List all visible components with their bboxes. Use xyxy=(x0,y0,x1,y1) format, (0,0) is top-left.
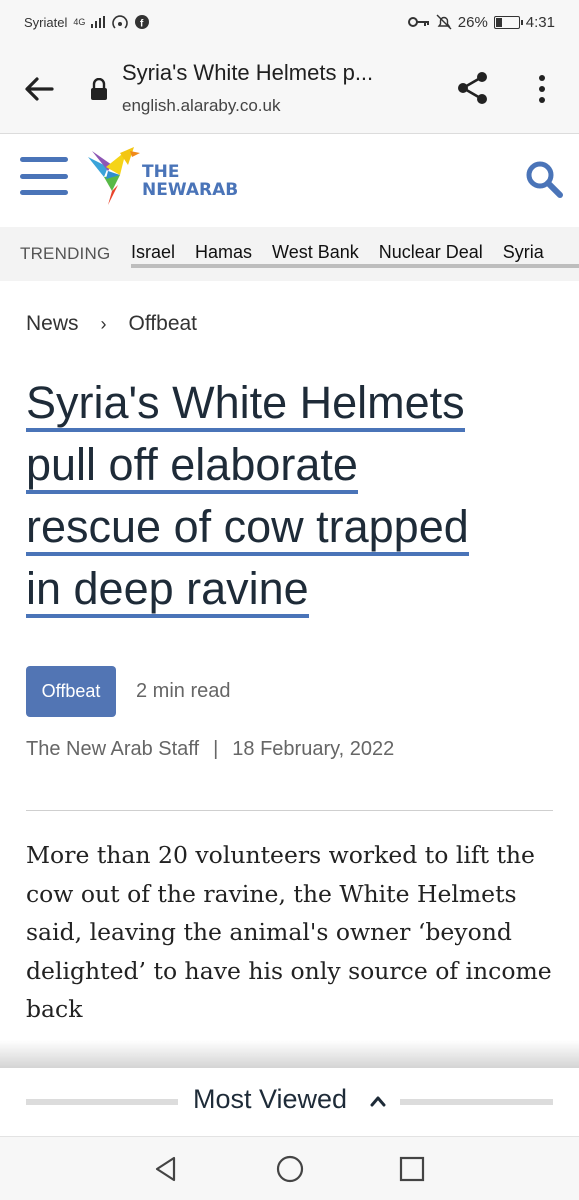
headline-line-3: rescue of cow trapped xyxy=(26,501,469,556)
mute-bell-icon xyxy=(436,14,452,30)
battery-icon xyxy=(493,15,523,29)
headline-line-1: Syria's White Helmets xyxy=(26,377,465,432)
site-logo-text[interactable]: THE NEWARAB xyxy=(142,163,238,199)
back-arrow-icon[interactable] xyxy=(22,72,56,106)
breadcrumb: News › Offbeat xyxy=(26,312,197,336)
trending-scrollbar[interactable] xyxy=(131,264,579,268)
trending-item-syria[interactable]: Syria xyxy=(502,242,544,265)
nav-home-icon[interactable] xyxy=(275,1154,305,1184)
signal-icon xyxy=(91,16,106,28)
nav-recents-icon[interactable] xyxy=(399,1156,425,1182)
trending-list: Israel Hamas West Bank Nuclear Deal Syri… xyxy=(131,242,544,265)
article-headline: Syria's White Helmets pull off elaborate… xyxy=(26,372,556,620)
article-lede: More than 20 volunteers worked to lift t… xyxy=(26,841,552,1023)
system-nav-bar xyxy=(0,1136,579,1200)
nav-back-icon[interactable] xyxy=(152,1155,180,1183)
logo-line-1: THE xyxy=(142,162,180,182)
most-viewed-label[interactable]: Most Viewed xyxy=(193,1084,347,1115)
trending-bar: TRENDING Israel Hamas West Bank Nuclear … xyxy=(0,227,579,281)
trending-item-west-bank[interactable]: West Bank xyxy=(272,242,359,265)
page-title[interactable]: Syria's White Helmets p... xyxy=(122,60,373,86)
most-viewed-panel[interactable]: Most Viewed xyxy=(0,1068,579,1136)
battery-level xyxy=(495,17,503,27)
hotspot-icon xyxy=(112,15,129,29)
divider xyxy=(26,1099,178,1105)
browser-toolbar: Syria's White Helmets p... english.alara… xyxy=(0,44,579,134)
logo-line-2: NEWARAB xyxy=(142,180,239,200)
read-time: 2 min read xyxy=(136,680,231,702)
headline-line-2: pull off elaborate xyxy=(26,439,358,494)
hummingbird-logo[interactable] xyxy=(86,145,142,207)
status-right: 26% 4:31 xyxy=(407,13,555,31)
headline-line-4: in deep ravine xyxy=(26,563,309,618)
battery-percent: 26% xyxy=(457,13,488,31)
byline-separator: | xyxy=(213,738,219,760)
divider xyxy=(26,810,553,811)
clock: 4:31 xyxy=(525,13,555,31)
carrier-name: Syriatel xyxy=(24,14,68,30)
most-viewed-shadow xyxy=(0,1040,579,1070)
trending-item-israel[interactable]: Israel xyxy=(131,242,176,265)
search-icon[interactable] xyxy=(524,159,564,199)
site-header: THE NEWARAB xyxy=(0,135,579,227)
trending-item-nuclear-deal[interactable]: Nuclear Deal xyxy=(378,242,483,265)
chevron-right-icon: › xyxy=(100,313,107,334)
breadcrumb-offbeat[interactable]: Offbeat xyxy=(129,312,198,336)
status-left: Syriatel 4G f xyxy=(24,14,150,30)
share-icon[interactable] xyxy=(455,70,491,106)
more-vert-icon[interactable] xyxy=(530,72,554,106)
key-icon xyxy=(407,17,429,27)
author-name: The New Arab Staff xyxy=(26,738,200,760)
lock-icon[interactable] xyxy=(90,78,108,100)
publish-date: 18 February, 2022 xyxy=(232,738,395,760)
url-host[interactable]: english.alaraby.co.uk xyxy=(122,96,280,116)
category-tag[interactable]: Offbeat xyxy=(26,666,116,717)
breadcrumb-news[interactable]: News xyxy=(26,312,79,336)
trending-label: TRENDING xyxy=(20,244,111,263)
divider xyxy=(400,1099,553,1105)
trending-item-hamas[interactable]: Hamas xyxy=(195,242,253,265)
byline: The New Arab Staff | 18 February, 2022 xyxy=(26,738,394,761)
chevron-up-icon[interactable] xyxy=(370,1094,386,1108)
facebook-icon: f xyxy=(135,15,150,29)
network-type: 4G xyxy=(73,17,86,27)
status-bar: Syriatel 4G f 26% 4:31 xyxy=(0,0,579,44)
hamburger-icon[interactable] xyxy=(20,157,68,195)
